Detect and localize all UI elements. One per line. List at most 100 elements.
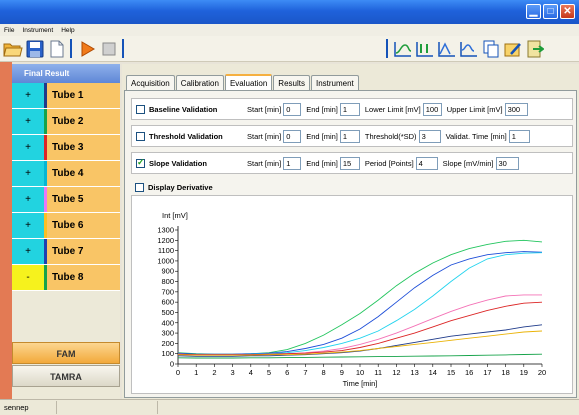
x-tick-label: 7 bbox=[303, 368, 307, 377]
y-tick-label: 100 bbox=[161, 349, 174, 358]
baseline-start-input[interactable]: 0 bbox=[283, 102, 302, 116]
maximize-button[interactable]: □ bbox=[543, 4, 558, 19]
y-tick-label: 900 bbox=[161, 267, 174, 276]
copy-icon[interactable] bbox=[480, 38, 501, 59]
tab-calibration[interactable]: Calibration bbox=[175, 75, 224, 91]
chart-curve-icon[interactable] bbox=[458, 38, 479, 59]
baseline-end-input[interactable]: 1 bbox=[339, 102, 360, 116]
validation-time-input[interactable]: 1 bbox=[508, 129, 530, 143]
final-result-panel: Final Result + Tube 1 + Tube 2 + Tube 3 + Tube … bbox=[12, 64, 120, 399]
chart-baseline-icon[interactable] bbox=[392, 38, 413, 59]
menu-help[interactable]: Help bbox=[61, 27, 74, 34]
new-document-icon[interactable] bbox=[46, 38, 67, 59]
tube-item[interactable]: + Tube 2 bbox=[12, 109, 120, 135]
field-label: Validat. Time [min] bbox=[445, 131, 507, 141]
display-derivative-label: Display Derivative bbox=[148, 182, 213, 192]
baseline-lower-limit-input[interactable]: 100 bbox=[422, 102, 442, 116]
y-tick-label: 400 bbox=[161, 318, 174, 327]
baseline-validation-row: Baseline Validation Start [min] 0 End [mi… bbox=[131, 98, 573, 120]
minimize-button[interactable]: ▁ bbox=[526, 4, 541, 19]
threshold-validation-row: Threshold Validation Start [min] 0 End [m… bbox=[131, 125, 573, 147]
tube-item[interactable]: + Tube 5 bbox=[12, 187, 120, 213]
fam-button[interactable]: FAM bbox=[12, 342, 120, 364]
tube-item[interactable]: + Tube 3 bbox=[12, 135, 120, 161]
open-folder-icon[interactable] bbox=[2, 38, 23, 59]
slope-start-input[interactable]: 1 bbox=[283, 156, 302, 170]
y-tick-label: 500 bbox=[161, 308, 174, 317]
tube-item[interactable]: - Tube 8 bbox=[12, 265, 120, 291]
field-label: Start [min] bbox=[247, 104, 282, 114]
x-tick-label: 20 bbox=[538, 368, 546, 377]
x-tick-label: 11 bbox=[374, 368, 382, 377]
y-tick-label: 200 bbox=[161, 339, 174, 348]
tube-result-sign: - bbox=[12, 265, 44, 290]
stop-icon[interactable] bbox=[98, 38, 119, 59]
toolbar bbox=[0, 36, 579, 62]
tube-result-sign: + bbox=[12, 135, 44, 160]
y-tick-label: 1100 bbox=[158, 246, 174, 255]
chart-align-icon[interactable] bbox=[414, 38, 435, 59]
status-text: sennep bbox=[4, 403, 29, 412]
main-area: Acquisition Calibration Evaluation Resul… bbox=[122, 64, 579, 399]
threshold-start-input[interactable]: 0 bbox=[283, 129, 302, 143]
tube-label: Tube 8 bbox=[47, 265, 120, 290]
slope-validation-row: Slope Validation Start [min]1 End [min]1… bbox=[131, 152, 573, 174]
threshold-validation-label: Threshold Validation bbox=[149, 131, 223, 141]
x-axis-label: Time [min] bbox=[343, 379, 378, 388]
tamra-button[interactable]: TAMRA bbox=[12, 365, 120, 387]
tube-result-sign: + bbox=[12, 161, 44, 186]
y-tick-label: 700 bbox=[161, 287, 174, 296]
baseline-upper-limit-input[interactable]: 300 bbox=[504, 102, 528, 116]
display-derivative-row: Display Derivative bbox=[131, 179, 573, 195]
tube-item[interactable]: + Tube 4 bbox=[12, 161, 120, 187]
tab-results[interactable]: Results bbox=[273, 75, 310, 91]
tab-strip: Acquisition Calibration Evaluation Resul… bbox=[126, 74, 360, 91]
display-derivative-checkbox[interactable] bbox=[135, 182, 144, 192]
y-tick-label: 1200 bbox=[157, 236, 174, 245]
tube-label: Tube 4 bbox=[47, 161, 120, 186]
threshold-end-input[interactable]: 1 bbox=[339, 129, 360, 143]
chart-peak-icon[interactable] bbox=[436, 38, 457, 59]
series-line bbox=[177, 301, 543, 356]
series-line bbox=[177, 330, 543, 356]
series-line bbox=[177, 252, 543, 356]
evaluation-panel: Baseline Validation Start [min] 0 End [mi… bbox=[124, 90, 577, 398]
field-label: Start [min] bbox=[247, 131, 282, 141]
save-icon[interactable] bbox=[24, 38, 45, 59]
tab-acquisition[interactable]: Acquisition bbox=[126, 75, 175, 91]
series-line bbox=[177, 324, 543, 357]
threshold-sd-input[interactable]: 3 bbox=[418, 129, 441, 143]
x-tick-label: 14 bbox=[429, 368, 437, 377]
slope-validation-checkbox[interactable] bbox=[136, 157, 145, 168]
x-tick-label: 1 bbox=[194, 368, 198, 377]
run-icon[interactable] bbox=[76, 38, 97, 59]
y-tick-label: 0 bbox=[170, 360, 174, 369]
field-label: Lower Limit [mV] bbox=[364, 104, 421, 114]
y-tick-label: 300 bbox=[161, 329, 174, 338]
field-label: Upper Limit [mV] bbox=[446, 104, 503, 114]
tube-item[interactable]: + Tube 6 bbox=[12, 213, 120, 239]
series-line bbox=[177, 294, 542, 356]
tab-instrument[interactable]: Instrument bbox=[310, 75, 359, 91]
exit-icon[interactable] bbox=[524, 38, 545, 59]
field-label: Slope [mV/min] bbox=[442, 158, 494, 168]
baseline-validation-checkbox[interactable] bbox=[136, 104, 145, 114]
slope-rate-input[interactable]: 30 bbox=[495, 156, 519, 170]
field-label: Start [min] bbox=[247, 158, 282, 168]
x-tick-label: 9 bbox=[340, 368, 344, 377]
close-button[interactable]: ✕ bbox=[560, 4, 575, 19]
field-label: End [min] bbox=[306, 158, 338, 168]
period-points-input[interactable]: 4 bbox=[415, 156, 438, 170]
menu-file[interactable]: File bbox=[4, 27, 14, 34]
x-tick-label: 6 bbox=[285, 368, 289, 377]
x-tick-label: 0 bbox=[176, 368, 180, 377]
tube-item[interactable]: + Tube 1 bbox=[12, 83, 120, 109]
settings-icon[interactable] bbox=[502, 38, 523, 59]
chart-area: Int [mV] Time [min] 0 100 200 300 400 500 600 700… bbox=[131, 195, 573, 394]
menu-instrument[interactable]: Instrument bbox=[22, 27, 53, 34]
tube-label: Tube 2 bbox=[47, 109, 120, 134]
tube-item[interactable]: + Tube 7 bbox=[12, 239, 120, 265]
tab-evaluation[interactable]: Evaluation bbox=[224, 74, 273, 91]
slope-end-input[interactable]: 15 bbox=[339, 156, 360, 170]
threshold-validation-checkbox[interactable] bbox=[136, 131, 145, 141]
